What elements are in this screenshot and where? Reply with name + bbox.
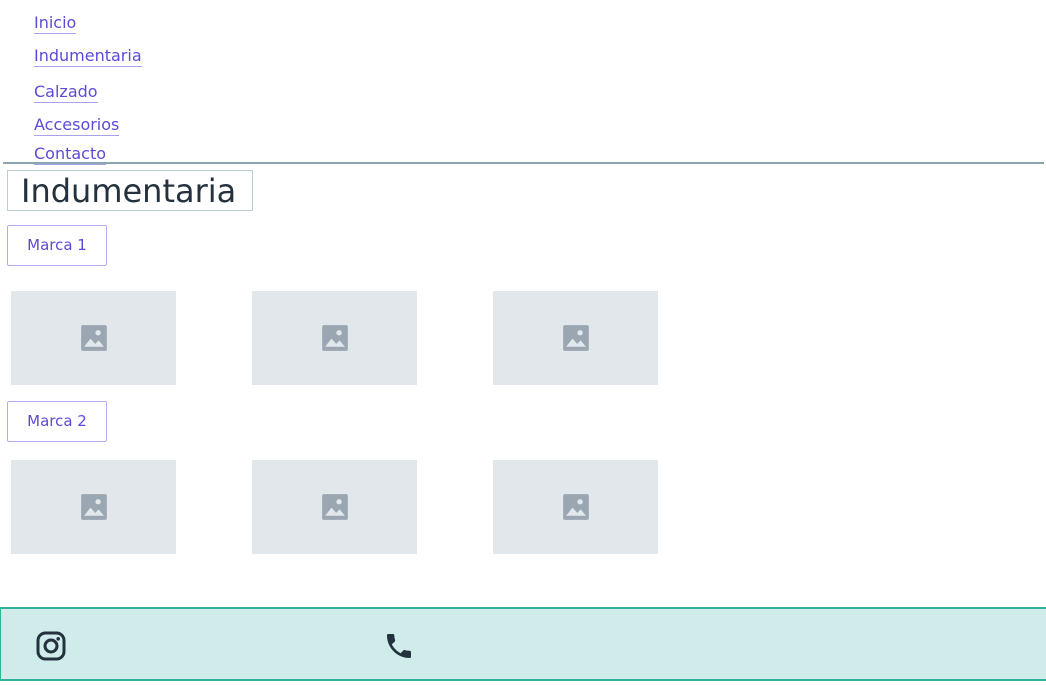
footer xyxy=(0,607,1046,681)
nav-link-accesorios[interactable]: Accesorios xyxy=(34,116,120,136)
nav-divider xyxy=(3,162,1044,164)
brand-button-marca-1[interactable]: Marca 1 xyxy=(7,225,107,266)
image-icon xyxy=(562,494,589,520)
product-image-placeholder[interactable] xyxy=(11,460,176,554)
nav-link-indumentaria[interactable]: Indumentaria xyxy=(34,47,142,67)
product-image-placeholder[interactable] xyxy=(252,460,417,554)
product-image-placeholder[interactable] xyxy=(493,291,658,385)
product-image-placeholder[interactable] xyxy=(11,291,176,385)
product-image-placeholder[interactable] xyxy=(493,460,658,554)
nav-link-calzado[interactable]: Calzado xyxy=(34,83,98,103)
page: Inicio Indumentaria Calzado Accesorios C… xyxy=(0,0,1046,685)
page-title-box: Indumentaria xyxy=(7,170,253,211)
page-title: Indumentaria xyxy=(21,172,237,210)
product-image-placeholder[interactable] xyxy=(252,291,417,385)
image-icon xyxy=(321,325,348,351)
image-icon xyxy=(562,325,589,351)
nav-link-inicio[interactable]: Inicio xyxy=(34,14,77,34)
image-icon xyxy=(80,325,107,351)
image-icon xyxy=(80,494,107,520)
image-icon xyxy=(321,494,348,520)
instagram-icon[interactable] xyxy=(35,630,67,662)
brand-button-marca-2[interactable]: Marca 2 xyxy=(7,401,107,442)
phone-icon[interactable] xyxy=(383,629,415,663)
